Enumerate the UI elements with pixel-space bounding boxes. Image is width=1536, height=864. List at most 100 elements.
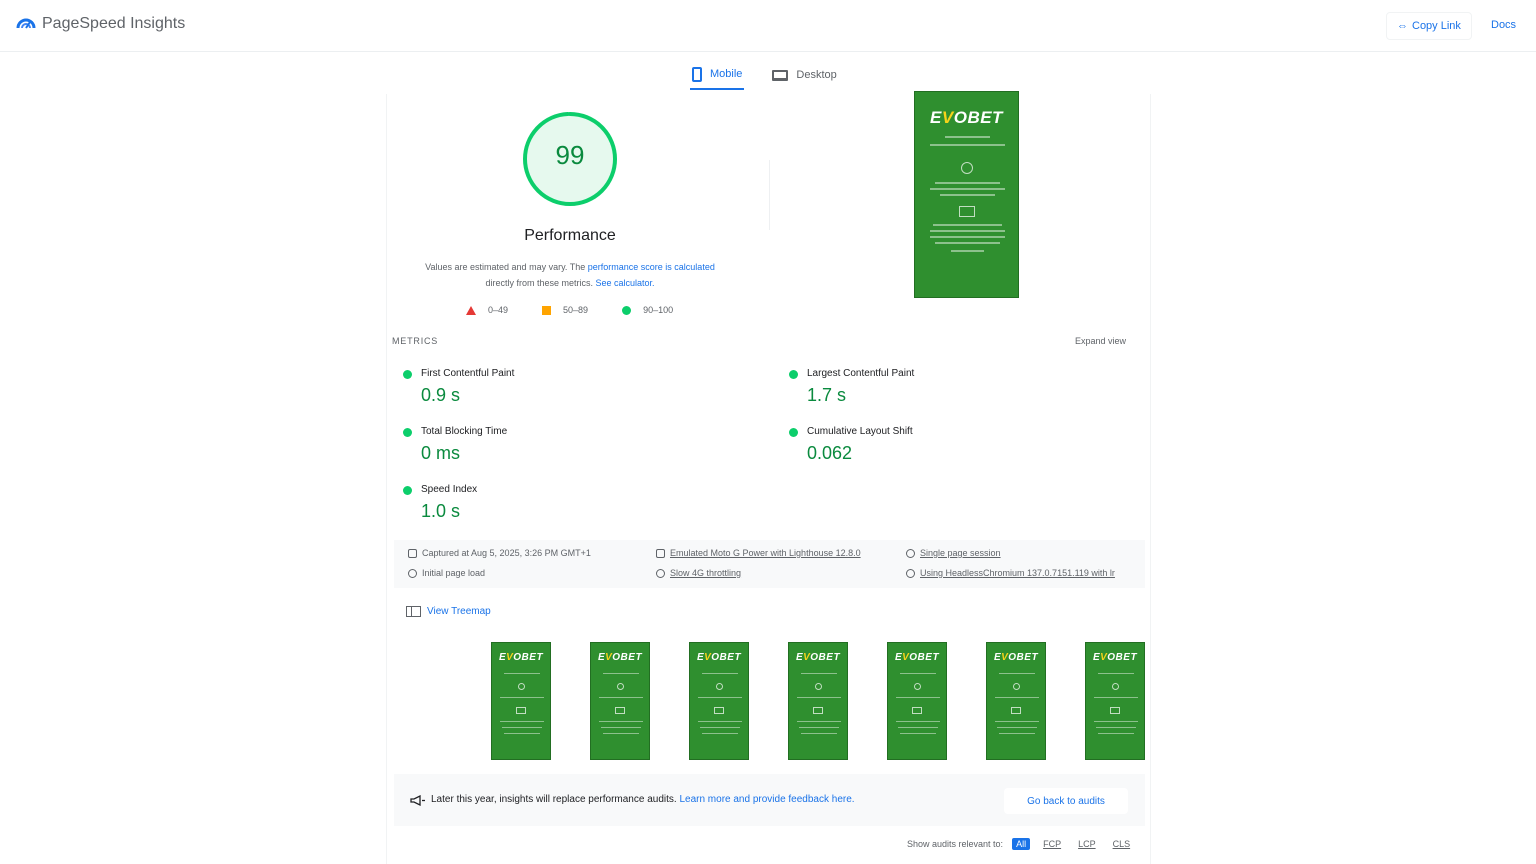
frame-text-line [500,721,544,722]
pass-icon [789,428,798,437]
mail-icon [516,707,526,714]
legend-pass-range: 90–100 [643,305,674,315]
shield-icon [815,683,822,690]
frame-text-line [1098,673,1134,674]
screenshot-text-line [940,194,995,196]
frame-text-line [502,727,542,728]
frame-text-line [797,697,841,698]
audit-filters: Show audits relevant to: All FCP LCP CLS [907,838,1143,850]
timer-icon [408,568,417,578]
copy-link-button[interactable]: ⇔ Copy Link [1386,12,1472,40]
frame-text-line [700,727,740,728]
filter-all[interactable]: All [1012,838,1031,850]
expand-view-toggle[interactable]: Expand view [1075,336,1126,346]
docs-link[interactable]: Docs [1491,19,1516,31]
learn-more-link[interactable]: Learn more and provide feedback here. [679,794,854,805]
top-bar: PageSpeed Insights ⇔ Copy Link Docs [0,0,1536,52]
app-logo[interactable]: PageSpeed Insights [16,14,185,34]
shield-icon [1112,683,1119,690]
filter-fcp[interactable]: FCP [1039,838,1065,850]
mail-icon [714,707,724,714]
screenshot-text-line [935,242,1000,244]
session-info[interactable]: Single page session [906,548,1001,558]
circle-icon [622,305,632,315]
screenshot-text-line [945,136,990,138]
frame-text-line [801,733,837,734]
filmstrip-frame[interactable]: EVOBET [491,642,551,760]
browser-info[interactable]: Using HeadlessChromium 137.0.7151.119 wi… [906,568,1115,578]
metric-label: First Contentful Paint [421,368,515,379]
metric-value: 0 ms [421,443,461,463]
frame-text-line [500,697,544,698]
frame-text-line [799,727,839,728]
see-calculator-link[interactable]: See calculator. [595,278,654,288]
screenshot-text-line [935,182,1000,184]
score-calculated-link[interactable]: performance score is calculated [588,262,715,272]
legend-average: 50–89 [542,305,588,315]
frame-logo: EVOBET [1092,652,1138,663]
filmstrip-frame[interactable]: EVOBET [887,642,947,760]
screenshot-text-line [930,236,1005,238]
wifi-icon [656,568,665,578]
frame-text-line [504,673,540,674]
globe-icon [906,568,915,578]
frame-text-line [698,697,742,698]
go-back-to-audits-button[interactable]: Go back to audits [1004,788,1128,814]
filmstrip-frame[interactable]: EVOBET [788,642,848,760]
frame-text-line [1094,697,1138,698]
metric-label: Cumulative Layout Shift [807,426,913,437]
filmstrip-frame[interactable]: EVOBET [590,642,650,760]
pass-icon [789,370,798,379]
link-icon: ⇔ [1397,20,1408,32]
insights-notice: Later this year, insights will replace p… [394,774,1145,826]
frame-logo: EVOBET [498,652,544,663]
pagespeed-logo-icon [16,18,36,29]
screenshot-text-line [933,224,1002,226]
metric-value: 0.062 [807,443,853,463]
filter-lcp[interactable]: LCP [1074,838,1100,850]
filmstrip-frame[interactable]: EVOBET [689,642,749,760]
filmstrip-frame[interactable]: EVOBET [1085,642,1145,760]
tab-desktop[interactable]: Desktop [770,60,838,90]
filter-cls[interactable]: CLS [1109,838,1135,850]
metric-label: Total Blocking Time [421,426,508,437]
score-description: Values are estimated and may vary. The p… [425,259,715,291]
megaphone-icon [410,795,425,806]
legend-average-range: 50–89 [563,305,589,315]
frame-text-line [603,673,639,674]
treemap-label: View Treemap [427,606,491,617]
frame-text-line [1094,721,1138,722]
frame-text-line [1096,727,1136,728]
frame-text-line [995,721,1039,722]
screenshot-text-line [951,250,984,252]
frame-text-line [999,733,1035,734]
tab-mobile-label: Mobile [710,68,743,80]
frame-text-line [801,673,837,674]
frame-text-line [601,727,641,728]
mail-icon [912,707,922,714]
tab-mobile[interactable]: Mobile [690,60,745,90]
app-title: PageSpeed Insights [42,15,186,32]
view-treemap-button[interactable]: View Treemap [406,606,491,617]
pass-icon [403,370,412,379]
frame-logo: EVOBET [894,652,940,663]
shield-icon [1013,683,1020,690]
treemap-icon [406,606,421,617]
screenshot-text-line [930,230,1005,232]
frame-text-line [599,697,643,698]
frame-text-line [896,721,940,722]
frame-logo: EVOBET [795,652,841,663]
metric-value: 1.7 s [807,385,847,405]
frame-text-line [900,673,936,674]
laptop-icon [772,69,789,81]
desc-prefix: Values are estimated and may vary. The [425,262,588,272]
filmstrip-frame[interactable]: EVOBET [986,642,1046,760]
triangle-icon [466,305,476,315]
device-tabs: Mobile Desktop [690,60,865,92]
frame-logo: EVOBET [597,652,643,663]
tab-desktop-label: Desktop [796,69,837,81]
throttling-info[interactable]: Slow 4G throttling [656,568,741,578]
category-title: Performance [524,227,616,244]
device-info[interactable]: Emulated Moto G Power with Lighthouse 12… [656,548,861,558]
final-screenshot[interactable]: EVOBET [914,91,1019,298]
